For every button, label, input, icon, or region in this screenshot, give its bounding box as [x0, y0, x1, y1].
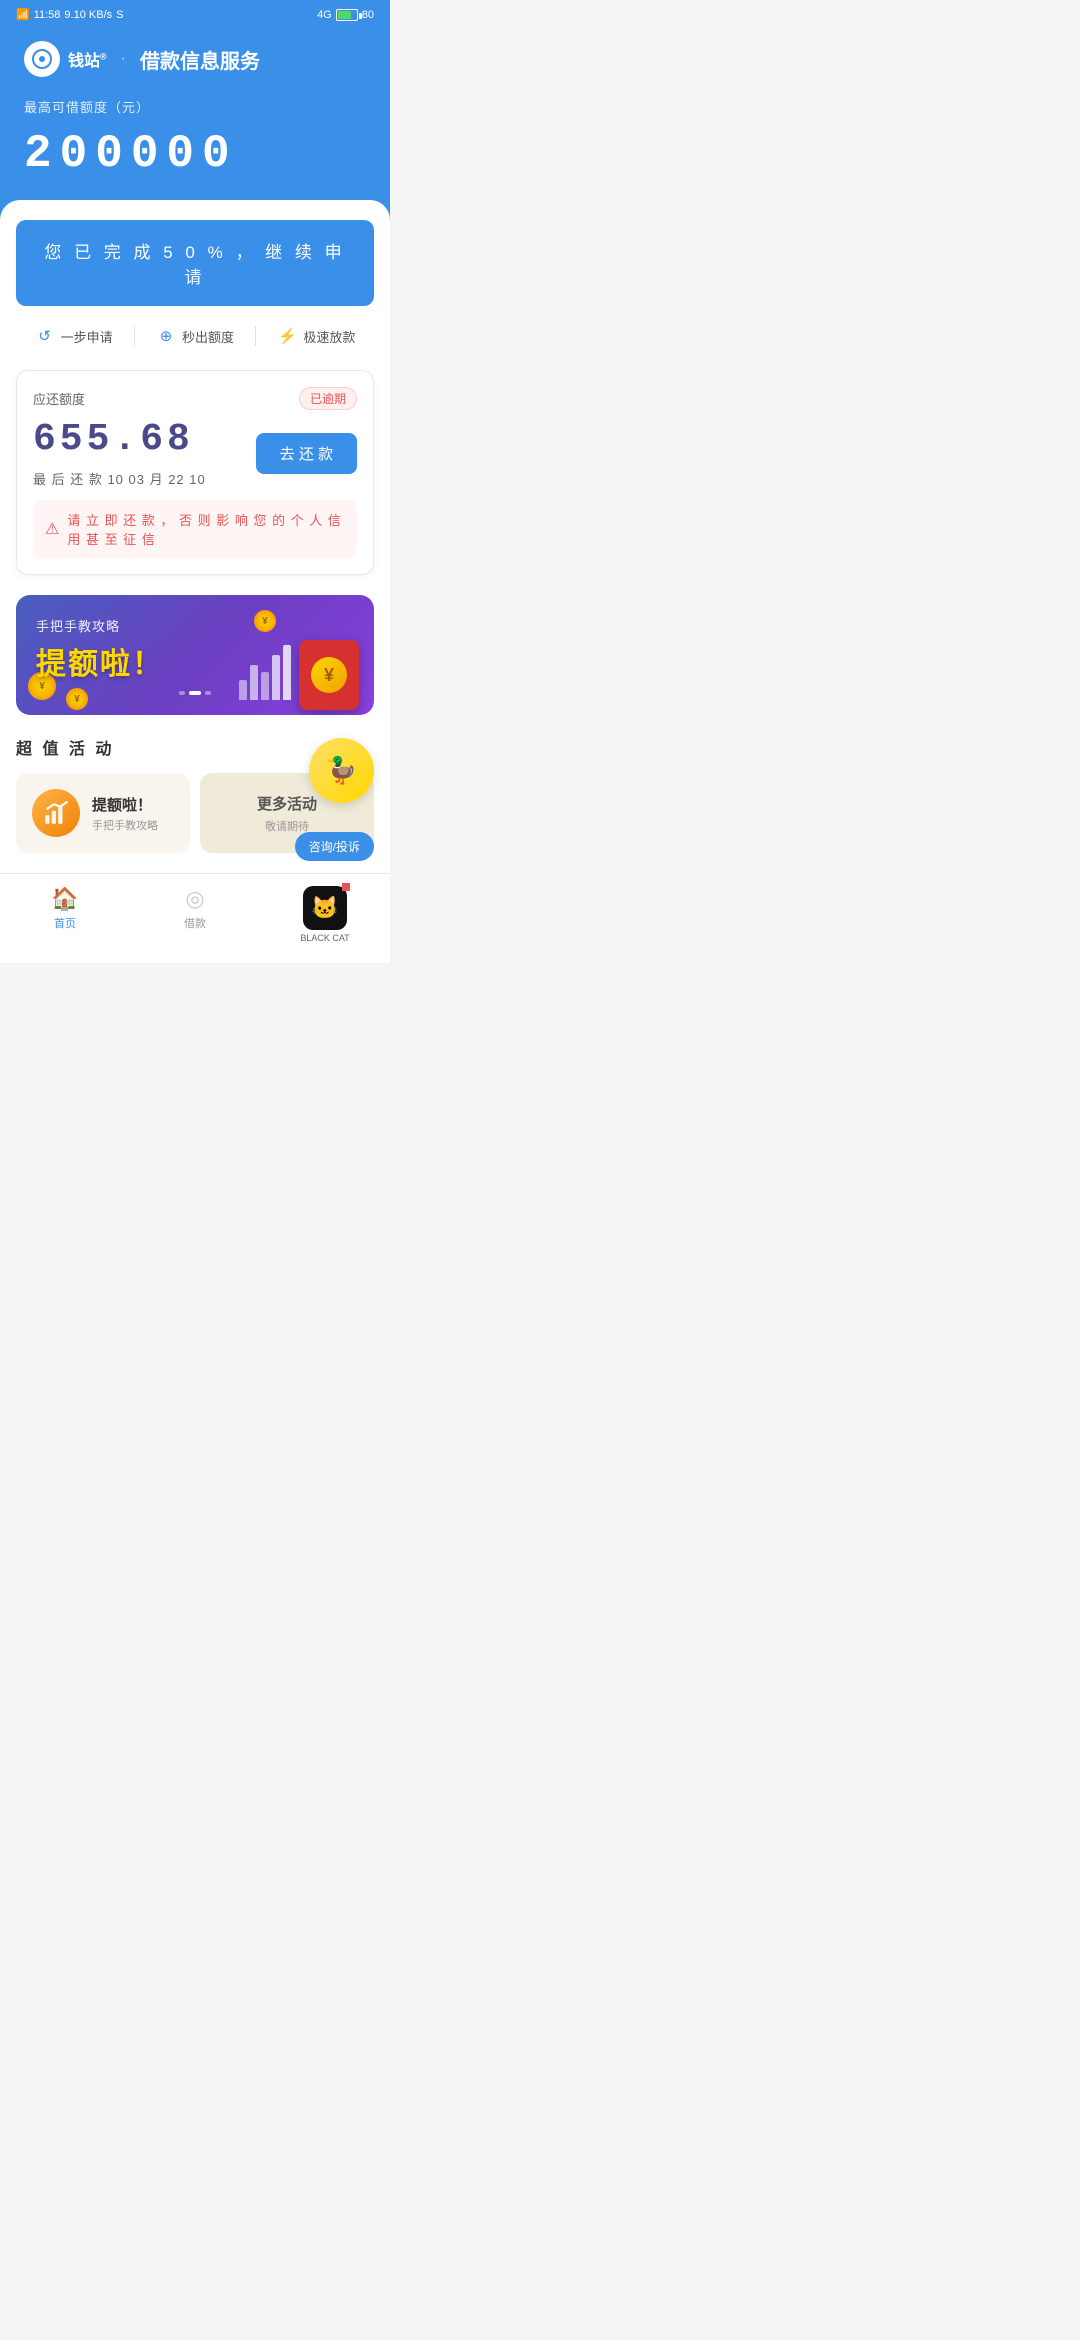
feature-row: ↺ 一步申请 ⊕ 秒出额度 ⚡ 极速放款: [16, 326, 374, 346]
service-name: 借款信息服务: [140, 45, 260, 74]
feature-divider-2: [255, 326, 256, 346]
feature-divider-1: [134, 326, 135, 346]
blackcat-logo: 🐱: [303, 886, 347, 930]
battery-icon: [336, 9, 358, 21]
loan-icon: ◎: [185, 886, 204, 912]
consult-button[interactable]: 咨询/投诉: [295, 832, 374, 861]
max-amount-value: 200000: [24, 128, 366, 180]
status-time: 11:58: [34, 9, 61, 21]
activity-info-raise: 提额啦！ 手把手教攻略: [92, 794, 174, 833]
nav-item-home[interactable]: 🏠 首页: [0, 882, 130, 947]
bottom-nav: 🏠 首页 ◎ 借款 🐱 BLACK CAT: [0, 873, 390, 963]
repay-card: 应还额度 已逾期 655.68 最 后 还 款 10 03 月 22 10 去 …: [16, 370, 374, 575]
repay-label: 应还额度: [33, 389, 85, 408]
apply-button[interactable]: 您 已 完 成 5 0 % ， 继 续 申 请: [16, 220, 374, 306]
feature-item-quota: ⊕ 秒出额度: [156, 326, 234, 346]
main-content: 您 已 完 成 5 0 % ， 继 续 申 请 ↺ 一步申请 ⊕ 秒出额度 ⚡ …: [0, 200, 390, 873]
warning-text: 请 立 即 还 款 ， 否 则 影 响 您 的 个 人 信 用 甚 至 征 信: [67, 510, 345, 548]
signal-icon: 📶: [16, 8, 30, 21]
banner-dot-2-active: [189, 691, 201, 695]
overdue-badge: 已逾期: [299, 387, 357, 410]
activity-desc-raise: 手把手教攻略: [92, 817, 174, 833]
feature-label-quota: 秒出额度: [182, 327, 234, 346]
activity-card-more[interactable]: 🦆 更多活动 敬请期待 咨询/投诉: [200, 773, 374, 853]
red-envelope-icon: ¥: [299, 640, 359, 710]
repay-button[interactable]: 去 还 款: [256, 433, 357, 474]
feature-item-fast: ⚡ 极速放款: [277, 326, 355, 346]
banner-dot-3: [205, 691, 211, 695]
status-left: 📶 11:58 9.10 KB/s S: [16, 8, 123, 21]
activities-section: 超 值 活 动 提额啦！ 手把手教攻略: [16, 735, 374, 853]
activities-grid: 提额啦！ 手把手教攻略 🦆 更多活动 敬请期待 咨询/投诉: [16, 773, 374, 853]
max-amount-label: 最高可借额度（元）: [24, 97, 366, 116]
refresh-icon: ↺: [35, 326, 55, 346]
banner-dot-1: [179, 691, 185, 695]
logo-row: 钱站® · 借款信息服务: [24, 41, 366, 77]
nav-label-home: 首页: [54, 915, 76, 931]
repay-due-date: 最 后 还 款 10 03 月 22 10: [33, 469, 206, 488]
kb-speed: 9.10 KB/s: [64, 9, 112, 21]
logo-divider: ·: [121, 50, 126, 68]
nav-item-loan[interactable]: ◎ 借款: [130, 882, 260, 947]
banner-section[interactable]: ¥ ¥ ¥ 手把手教攻略 提额啦！: [16, 595, 374, 715]
header-area: 钱站® · 借款信息服务 最高可借额度（元） 200000: [0, 25, 390, 220]
nav-item-blackcat[interactable]: 🐱 BLACK CAT: [260, 882, 390, 947]
feature-label-fast: 极速放款: [303, 327, 355, 346]
status-bar: 📶 11:58 9.10 KB/s S 4G 80: [0, 0, 390, 25]
blackcat-icon: 🐱: [311, 895, 338, 921]
feature-label-apply: 一步申请: [61, 327, 113, 346]
repay-amount-row: 655.68 最 后 还 款 10 03 月 22 10 去 还 款: [33, 418, 357, 488]
repay-card-header: 应还额度 已逾期: [33, 387, 357, 410]
4g-icon: 4G: [317, 9, 332, 21]
warning-row: ⚠ 请 立 即 还 款 ， 否 则 影 响 您 的 个 人 信 用 甚 至 征 …: [33, 500, 357, 558]
repay-amount: 655.68: [33, 418, 206, 461]
nav-label-blackcat: BLACK CAT: [300, 933, 349, 943]
shield-icon: ⊕: [156, 326, 176, 346]
warning-icon: ⚠: [45, 519, 59, 539]
activity-name-raise: 提额啦！: [92, 794, 174, 815]
feature-item-apply: ↺ 一步申请: [35, 326, 113, 346]
skype-icon: S: [116, 9, 123, 21]
banner-card[interactable]: ¥ ¥ ¥ 手把手教攻略 提额啦！: [16, 595, 374, 715]
status-right: 4G 80: [317, 9, 374, 21]
banner-illustration: ¥: [234, 595, 364, 715]
activity-icon-raise: [32, 789, 80, 837]
battery-percent: 80: [362, 9, 374, 21]
notification-dot: [342, 883, 350, 891]
activity-card-raise[interactable]: 提额啦！ 手把手教攻略: [16, 773, 190, 853]
lightning-icon: ⚡: [277, 326, 297, 346]
nav-label-loan: 借款: [184, 915, 206, 931]
logo-name: 钱站®: [68, 47, 107, 71]
activity-more-sub: 敬请期待: [265, 818, 309, 834]
home-icon: 🏠: [51, 886, 78, 912]
chart-illustration: [239, 645, 291, 700]
activity-more-title: 更多活动: [257, 793, 317, 814]
duck-mascot: 🦆: [309, 738, 374, 803]
logo-icon: [24, 41, 60, 77]
